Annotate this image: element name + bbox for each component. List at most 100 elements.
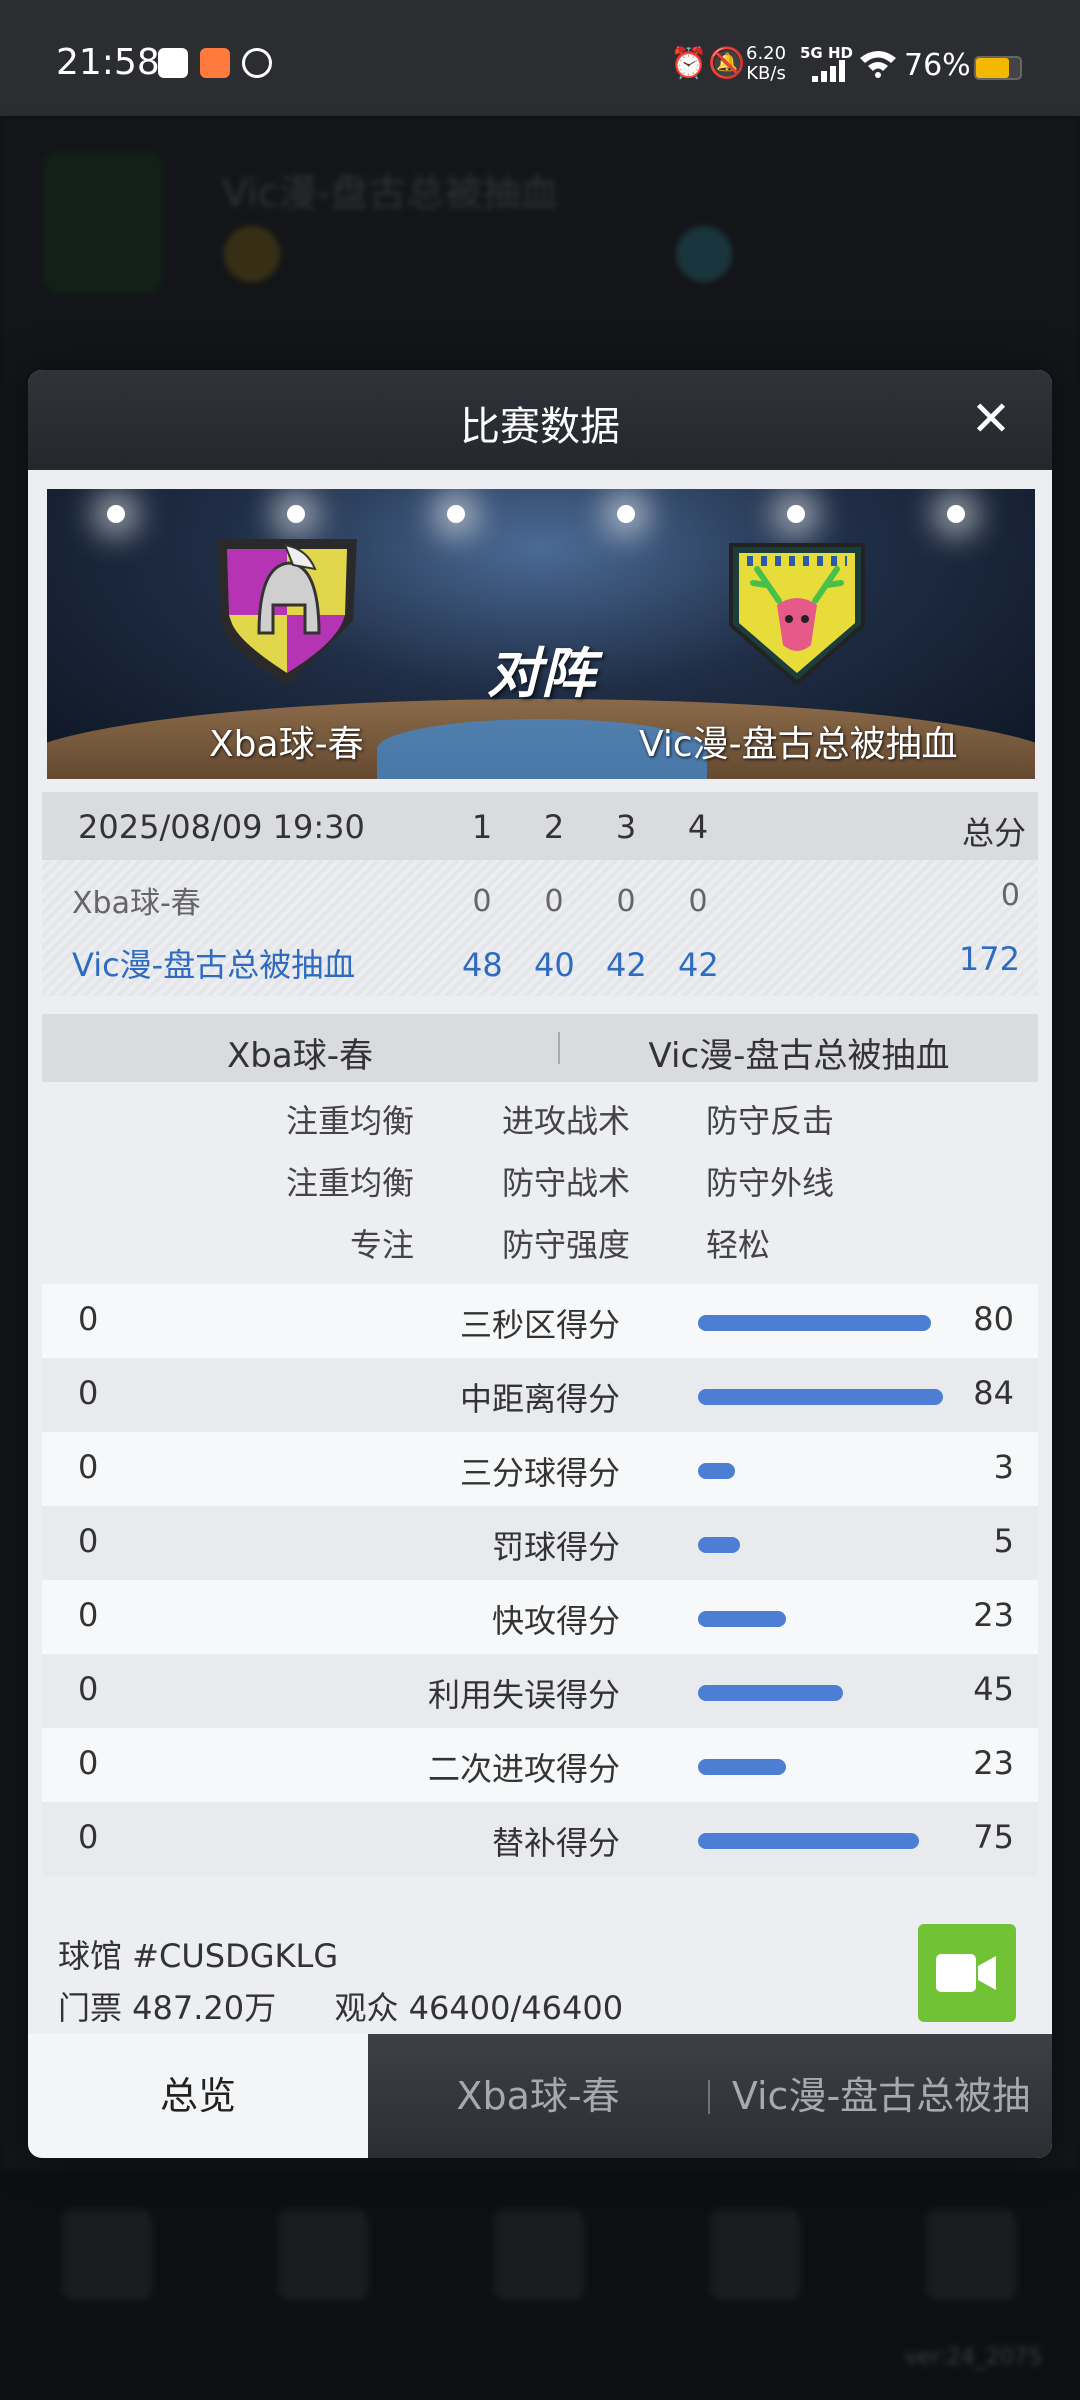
stat-bar (698, 1389, 943, 1405)
tactic-mid: 进攻战术 (502, 1102, 631, 1140)
tactic-right: 防守反击 (706, 1102, 835, 1140)
alarm-icon: ⏰ (670, 46, 708, 81)
app-badge-icon (242, 48, 272, 78)
away-team-name: Xba球-春 (209, 724, 364, 765)
quarter-score: 0 (472, 884, 492, 919)
video-camera-icon (936, 1954, 996, 1992)
team-name: Xba球-春 (72, 886, 201, 921)
quarter-score: 0 (688, 884, 708, 919)
matchup-banner: 对阵 Xba球-春 Vic漫-盘古总被抽血 (47, 489, 1035, 779)
stat-row: 0 中距离得分 84 (42, 1358, 1038, 1432)
tactic-left: 注重均衡 (285, 1164, 414, 1202)
stat-home-value: 80 (973, 1300, 1014, 1338)
battery-level: 76% (904, 48, 971, 83)
stat-home-value: 3 (993, 1448, 1014, 1486)
stat-row: 0 利用失误得分 45 (42, 1654, 1038, 1728)
stat-row: 0 三分球得分 3 (42, 1432, 1038, 1506)
stats-table: 0 三秒区得分 80 0 中距离得分 84 0 三分球得分 3 0 罚球得分 5… (42, 1284, 1038, 1876)
quarter-score: 48 (462, 946, 503, 984)
stat-home-value: 23 (973, 1596, 1014, 1634)
attendance-label: 观众 46400/46400 (334, 1989, 624, 2027)
tab-away-team[interactable]: Xba球-春 (368, 2034, 708, 2158)
quarter-header: 3 (615, 808, 637, 846)
quarter-score: 40 (534, 946, 575, 984)
stat-away-value: 0 (78, 1670, 99, 1708)
modal-header: 比赛数据 ✕ (28, 370, 1052, 470)
clock: 21:58 (56, 42, 160, 83)
tactics-home-team: Vic漫-盘古总被抽血 (648, 1036, 950, 1076)
stat-bar (698, 1315, 931, 1331)
tab-home-team[interactable]: Vic漫-盘古总被抽 (710, 2034, 1052, 2158)
tactic-mid: 防守战术 (502, 1164, 631, 1202)
taobao-icon (200, 48, 230, 78)
match-data-modal: 比赛数据 ✕ 对阵 Xba球-春 Vic漫-盘古总被抽血 2025/08/09 … (28, 370, 1052, 2158)
quarter-header: 1 (471, 808, 493, 846)
mute-icon: 🔕 (708, 46, 746, 81)
tactic-right: 轻松 (706, 1226, 771, 1264)
stat-away-value: 0 (78, 1374, 99, 1412)
stat-home-value: 45 (973, 1670, 1014, 1708)
scoreboard-rows: Xba球-春 0 0 0 0 0 Vic漫-盘古总被抽血 48 40 42 42… (42, 860, 1038, 996)
tab-overview[interactable]: 总览 (28, 2034, 368, 2158)
net-speed: 6.20 KB/s (746, 43, 787, 84)
app-notification-icon (158, 48, 188, 78)
quarter-header: 4 (687, 808, 709, 846)
quarter-score: 42 (606, 946, 647, 984)
quarter-score: 0 (616, 884, 636, 919)
stat-bar (698, 1759, 786, 1775)
stat-label: 二次进攻得分 (427, 1750, 620, 1788)
video-replay-button[interactable] (918, 1924, 1016, 2022)
stat-away-value: 0 (78, 1818, 99, 1856)
quarter-score: 0 (544, 884, 564, 919)
stat-row: 0 二次进攻得分 23 (42, 1728, 1038, 1802)
tab-bar: 总览 Xba球-春 Vic漫-盘古总被抽 (28, 2034, 1052, 2158)
tactics-away-team: Xba球-春 (227, 1036, 373, 1076)
stat-away-value: 0 (78, 1522, 99, 1560)
home-team-name: Vic漫-盘古总被抽血 (639, 724, 958, 765)
stat-row: 0 替补得分 75 (42, 1802, 1038, 1876)
tickets-label: 门票 487.20万 (58, 1989, 277, 2027)
stat-bar (698, 1537, 740, 1553)
stat-bar (698, 1833, 919, 1849)
stat-home-value: 23 (973, 1744, 1014, 1782)
tactic-mid: 防守强度 (502, 1226, 631, 1264)
stat-label: 中距离得分 (459, 1380, 620, 1418)
stat-away-value: 0 (78, 1448, 99, 1486)
match-datetime: 2025/08/09 19:30 (78, 808, 365, 846)
stat-label: 罚球得分 (491, 1528, 620, 1566)
match-info: 球馆 #CUSDGKLG 门票 487.20万 观众 46400/46400 (58, 1930, 623, 2034)
stat-home-value: 5 (993, 1522, 1014, 1560)
stat-away-value: 0 (78, 1300, 99, 1338)
stat-home-value: 84 (973, 1374, 1014, 1412)
tactics-header: Xba球-春 Vic漫-盘古总被抽血 (42, 1014, 1038, 1082)
stat-row: 0 三秒区得分 80 (42, 1284, 1038, 1358)
status-bar: 21:58 ⏰ 🔕 6.20 KB/s 5G HD 76% (0, 0, 1080, 116)
quarter-header: 2 (543, 808, 565, 846)
arena-label: 球馆 #CUSDGKLG (58, 1937, 339, 1975)
vs-label: 对阵 (487, 642, 595, 705)
wifi-icon (860, 51, 896, 78)
tactic-right: 防守外线 (706, 1164, 835, 1202)
stat-bar (698, 1685, 843, 1701)
stat-home-value: 75 (973, 1818, 1014, 1856)
stat-label: 替补得分 (491, 1824, 620, 1862)
stat-row: 0 罚球得分 5 (42, 1506, 1038, 1580)
battery-icon (974, 56, 1022, 80)
tactics-list: 注重均衡 进攻战术 防守反击 注重均衡 防守战术 防守外线 专注 防守强度 轻松 (42, 1082, 1038, 1282)
tactic-left: 注重均衡 (285, 1102, 414, 1140)
stat-bar (698, 1611, 786, 1627)
total-score: 172 (958, 940, 1020, 978)
stat-bar (698, 1463, 735, 1479)
signal-icon (812, 60, 848, 82)
stat-away-value: 0 (78, 1596, 99, 1634)
stat-label: 三秒区得分 (459, 1306, 620, 1344)
stat-row: 0 快攻得分 23 (42, 1580, 1038, 1654)
tactic-left: 专注 (349, 1226, 414, 1264)
stat-label: 三分球得分 (459, 1454, 620, 1492)
modal-title: 比赛数据 (460, 404, 620, 450)
total-score: 0 (1000, 878, 1020, 913)
stat-away-value: 0 (78, 1744, 99, 1782)
quarter-score: 42 (678, 946, 719, 984)
close-icon[interactable]: ✕ (966, 394, 1016, 444)
scoreboard-header: 2025/08/09 19:30 1 2 3 4 总分 (42, 792, 1038, 860)
